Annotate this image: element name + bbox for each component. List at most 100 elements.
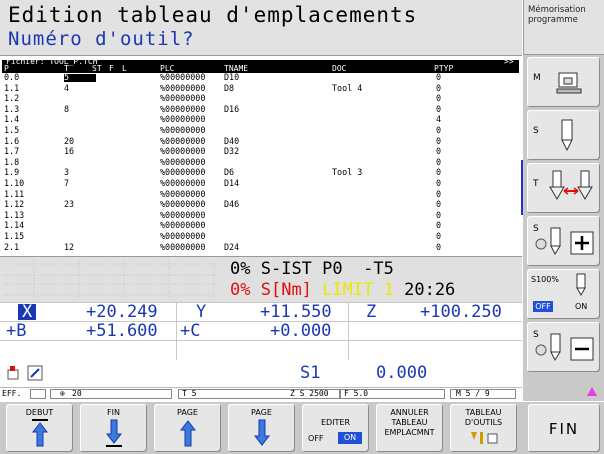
cell-t[interactable]: 20 [64, 136, 74, 146]
pocket-table[interactable]: 0.0 5 %00000000 D10 0 1.1 4 %00000000 D8 Tool 401… [2, 73, 519, 255]
page-down-button[interactable]: PAGE [228, 404, 295, 452]
cell-p[interactable]: 0.0 [4, 73, 19, 82]
edit-toggle-button[interactable]: EDITER OFF ON [302, 404, 369, 452]
on-label[interactable]: ON [575, 302, 587, 311]
table-row[interactable]: 1.9 3 %00000000 D6 Tool 3 0 [2, 168, 519, 177]
cell-ptyp[interactable]: 4 [436, 115, 441, 124]
cell-t[interactable]: 7 [64, 179, 69, 188]
table-row[interactable]: 1.6 20 %00000000 D40 0 [2, 136, 519, 146]
cell-tname[interactable]: D16 [224, 104, 239, 114]
cell-p[interactable]: 1.14 [4, 221, 24, 230]
cell-plc[interactable]: %00000000 [160, 126, 205, 135]
spindle-s-button[interactable]: S [527, 110, 600, 160]
cell-plc[interactable]: %00000000 [160, 189, 205, 199]
edit-on-toggle[interactable]: ON [338, 432, 362, 444]
mode-m-button[interactable]: M [527, 57, 600, 107]
cell-ptyp[interactable]: 0 [436, 157, 441, 167]
cell-t[interactable]: 8 [64, 104, 69, 114]
cell-plc[interactable]: %00000000 [160, 168, 205, 177]
cell-t[interactable]: 3 [64, 168, 69, 177]
cell-tname[interactable]: D14 [224, 179, 239, 188]
cell-p[interactable]: 1.13 [4, 210, 24, 220]
cell-t[interactable]: 4 [64, 83, 69, 93]
cancel-pocket-table-button[interactable]: ANNULER TABLEAU EMPLACMNT [376, 404, 443, 452]
cell-ptyp[interactable]: 0 [436, 168, 441, 177]
table-row[interactable]: 1.4 %00000000 4 [2, 115, 519, 124]
cell-doc[interactable]: Tool 4 [332, 83, 362, 93]
cell-tname[interactable]: D32 [224, 147, 239, 156]
cell-p[interactable]: 1.15 [4, 232, 24, 241]
cell-ptyp[interactable]: 0 [436, 136, 441, 146]
page-up-button[interactable]: PAGE [154, 404, 221, 452]
cell-ptyp[interactable]: 0 [436, 73, 441, 82]
table-row[interactable]: 1.1 4 %00000000 D8 Tool 4 0 [2, 83, 519, 93]
cell-plc[interactable]: %00000000 [160, 200, 205, 209]
cell-plc[interactable]: %00000000 [160, 94, 205, 103]
cell-ptyp[interactable]: 0 [436, 232, 441, 241]
cell-plc[interactable]: %00000000 [160, 136, 205, 146]
cell-ptyp[interactable]: 0 [436, 179, 441, 188]
cell-p[interactable]: 1.7 [4, 147, 19, 156]
fin-main-button[interactable]: FIN [528, 404, 600, 452]
cell-plc[interactable]: %00000000 [160, 157, 205, 167]
cell-plc[interactable]: %00000000 [160, 221, 205, 230]
cell-plc[interactable]: %00000000 [160, 147, 205, 156]
spindle-plus-button[interactable]: S [527, 216, 600, 266]
cell-p[interactable]: 1.1 [4, 83, 19, 93]
edit-off-label[interactable]: OFF [308, 434, 324, 443]
cell-t[interactable]: 12 [64, 242, 74, 252]
cell-t[interactable]: 23 [64, 200, 74, 209]
end-button[interactable]: FIN [80, 404, 147, 452]
table-row[interactable]: 1.3 8 %00000000 D16 0 [2, 104, 519, 114]
cell-p[interactable]: 1.12 [4, 200, 24, 209]
table-row[interactable]: 0.0 5 %00000000 D10 0 [2, 73, 519, 82]
cell-ptyp[interactable]: 0 [436, 221, 441, 230]
cell-ptyp[interactable]: 0 [436, 104, 441, 114]
cell-tname[interactable]: D24 [224, 242, 239, 252]
cell-plc[interactable]: %00000000 [160, 115, 205, 124]
cell-plc[interactable]: %00000000 [160, 179, 205, 188]
tool-table-button[interactable]: TABLEAU D'OUTILS [450, 404, 517, 452]
off-toggle[interactable]: OFF [533, 301, 553, 312]
cell-p[interactable]: 1.5 [4, 126, 19, 135]
spindle-minus-button[interactable]: S [527, 322, 600, 372]
table-row[interactable]: 1.8 %00000000 0 [2, 157, 519, 167]
cell-plc[interactable]: %00000000 [160, 73, 205, 82]
cell-tname[interactable]: D40 [224, 136, 239, 146]
table-row[interactable]: 1.5 %00000000 0 [2, 126, 519, 135]
cell-doc[interactable]: Tool 3 [332, 168, 362, 177]
cell-p[interactable]: 1.3 [4, 104, 19, 114]
cell-ptyp[interactable]: 0 [436, 83, 441, 93]
spindle-override-button[interactable]: S100% OFF ON [527, 269, 600, 319]
cell-ptyp[interactable]: 0 [436, 210, 441, 220]
cell-t[interactable]: 16 [64, 147, 74, 156]
table-row[interactable]: 1.10 7 %00000000 D14 0 [2, 179, 519, 188]
cell-t[interactable]: 5 [64, 73, 69, 82]
cell-plc[interactable]: %00000000 [160, 210, 205, 220]
table-row[interactable]: 1.13 %00000000 0 [2, 210, 519, 220]
cell-plc[interactable]: %00000000 [160, 104, 205, 114]
cell-ptyp[interactable]: 0 [436, 94, 441, 103]
table-row[interactable]: 1.15 %00000000 0 [2, 232, 519, 241]
cell-p[interactable]: 1.11 [4, 189, 24, 199]
cell-p[interactable]: 2.1 [4, 242, 19, 252]
cell-tname[interactable]: D8 [224, 83, 234, 93]
cell-plc[interactable]: %00000000 [160, 242, 205, 252]
cell-p[interactable]: 1.10 [4, 179, 24, 188]
tool-t-button[interactable]: T [527, 163, 600, 213]
cell-p[interactable]: 1.6 [4, 136, 19, 146]
cell-p[interactable]: 1.4 [4, 115, 19, 124]
table-row[interactable]: 1.12 23 %00000000 D46 0 [2, 200, 519, 209]
cell-plc[interactable]: %00000000 [160, 83, 205, 93]
table-row[interactable]: 1.11 %00000000 0 [2, 189, 519, 199]
table-row[interactable]: 2.1 12 %00000000 D24 0 [2, 242, 519, 252]
cell-ptyp[interactable]: 0 [436, 200, 441, 209]
cell-p[interactable]: 1.8 [4, 157, 19, 167]
cell-plc[interactable]: %00000000 [160, 232, 205, 241]
cell-tname[interactable]: D10 [224, 73, 239, 82]
cell-ptyp[interactable]: 0 [436, 189, 441, 199]
cell-ptyp[interactable]: 0 [436, 126, 441, 135]
cell-tname[interactable]: D6 [224, 168, 234, 177]
cell-tname[interactable]: D46 [224, 200, 239, 209]
table-row[interactable]: 1.2 %00000000 0 [2, 94, 519, 103]
